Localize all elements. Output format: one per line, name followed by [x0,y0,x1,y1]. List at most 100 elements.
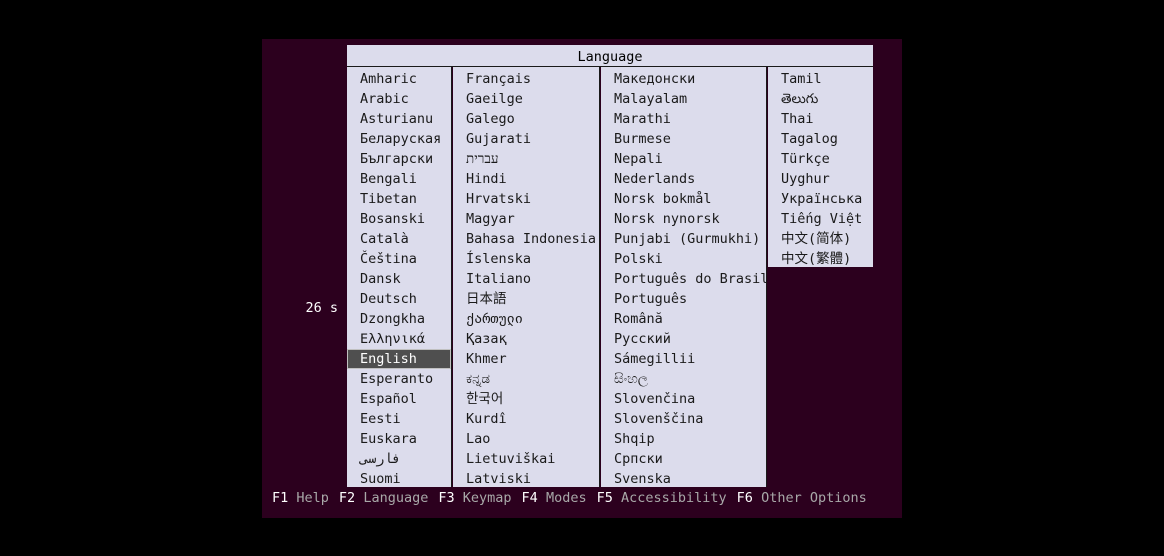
function-key-f2[interactable]: F2 Language [339,488,428,508]
language-option[interactable]: Српски [601,449,766,469]
language-option[interactable]: Español [347,389,451,409]
language-option[interactable]: Burmese [601,129,766,149]
language-option[interactable]: Eesti [347,409,451,429]
language-option[interactable]: עברית [453,149,599,169]
language-option[interactable]: Қазақ [453,329,599,349]
language-option[interactable]: Deutsch [347,289,451,309]
language-option[interactable]: Magyar [453,209,599,229]
language-option[interactable]: Lietuviškai [453,449,599,469]
language-option[interactable]: Esperanto [347,369,451,389]
boot-screen: Language Amharic Arabic Asturianu Беларуска… [262,39,902,518]
function-key-label: Help [296,490,329,506]
language-option[interactable]: Suomi [347,469,451,489]
language-option[interactable]: Українська [768,189,873,209]
language-option[interactable]: Tiếng Việt [768,209,873,229]
function-key-label: Keymap [462,490,512,506]
language-option[interactable]: Bengali [347,169,451,189]
language-option[interactable]: Tamil [768,69,873,89]
function-key-label: Other Options [761,490,867,506]
language-option[interactable]: Tagalog [768,129,873,149]
language-option[interactable]: Punjabi (Gurmukhi) [601,229,766,249]
function-key-f1[interactable]: F1 Help [272,488,329,508]
language-option-selected[interactable]: English [347,349,451,369]
language-option[interactable]: Khmer [453,349,599,369]
language-option[interactable]: 中文(繁體) [768,249,873,269]
language-option[interactable]: Tibetan [347,189,451,209]
language-option[interactable]: Dansk [347,269,451,289]
language-option[interactable]: Latviski [453,469,599,489]
language-option[interactable]: Nepali [601,149,766,169]
dialog-title: Language [347,45,873,67]
language-option[interactable]: Català [347,229,451,249]
language-option[interactable]: Dzongkha [347,309,451,329]
language-option[interactable]: Slovenščina [601,409,766,429]
language-option[interactable]: Svenska [601,469,766,489]
function-key-label: Accessibility [621,490,727,506]
language-option[interactable]: Amharic [347,69,451,89]
language-option[interactable]: Norsk nynorsk [601,209,766,229]
function-key-label: Modes [545,490,587,506]
language-option[interactable]: Română [601,309,766,329]
language-option[interactable]: Русский [601,329,766,349]
function-key-code: F4 [521,490,538,506]
language-option[interactable]: Íslenska [453,249,599,269]
function-key-f5[interactable]: F5 Accessibility [597,488,727,508]
language-option[interactable]: Slovenčina [601,389,766,409]
language-option[interactable]: ಕನ್ನಡ [453,369,599,389]
function-key-code: F3 [438,490,455,506]
language-option[interactable]: 中文(简体) [768,229,873,249]
function-key-f6[interactable]: F6 Other Options [737,488,867,508]
language-option[interactable]: Hindi [453,169,599,189]
language-option[interactable]: Marathi [601,109,766,129]
function-key-code: F2 [338,490,356,506]
language-option[interactable]: Bosanski [347,209,451,229]
language-column-4: Tamil తెలుగు Thai Tagalog Türkçe Uyghur Україн… [768,67,873,267]
language-option[interactable]: Uyghur [768,169,873,189]
language-column-3: Македонски Malayalam Marathi Burmese Nepali N… [601,67,767,487]
language-option[interactable]: Thai [768,109,873,129]
language-column-2: Français Gaeilge Galego Gujarati עברית Hindi H… [453,67,600,487]
language-option[interactable]: ქართული [453,309,599,329]
language-option[interactable]: Português [601,289,766,309]
language-option[interactable]: 한국어 [453,389,599,409]
function-key-f3[interactable]: F3 Keymap [438,488,511,508]
language-option[interactable]: Italiano [453,269,599,289]
language-option[interactable]: Asturianu [347,109,451,129]
language-option[interactable]: Македонски [601,69,766,89]
language-option[interactable]: සිංහල [601,369,766,389]
boot-countdown: 26 s [305,300,338,316]
language-option[interactable]: Hrvatski [453,189,599,209]
language-option[interactable]: Sámegillii [601,349,766,369]
language-option[interactable]: Kurdî [453,409,599,429]
language-option[interactable]: Gaeilge [453,89,599,109]
language-dialog: Language Amharic Arabic Asturianu Беларуска… [347,45,873,487]
language-option[interactable]: Português do Brasil [601,269,766,289]
function-key-label: Language [363,490,429,506]
language-option[interactable]: తెలుగు [768,89,873,109]
language-option[interactable]: 日本語 [453,289,599,309]
language-option[interactable]: Ελληνικά [347,329,451,349]
function-key-code: F1 [272,490,289,506]
language-option[interactable]: Français [453,69,599,89]
language-option[interactable]: Lao [453,429,599,449]
language-option[interactable]: Nederlands [601,169,766,189]
function-key-code: F5 [596,490,613,506]
language-option[interactable]: Bahasa Indonesia [453,229,599,249]
language-option[interactable]: Български [347,149,451,169]
language-column-1: Amharic Arabic Asturianu Беларуская Българск… [347,67,452,487]
language-option[interactable]: Arabic [347,89,451,109]
language-option[interactable]: Türkçe [768,149,873,169]
function-key-f4[interactable]: F4 Modes [522,488,587,508]
function-key-code: F6 [736,490,753,506]
language-option[interactable]: Euskara [347,429,451,449]
language-option[interactable]: Gujarati [453,129,599,149]
language-option[interactable]: Norsk bokmål [601,189,766,209]
language-option[interactable]: Čeština [347,249,451,269]
language-option[interactable]: Polski [601,249,766,269]
language-option[interactable]: Malayalam [601,89,766,109]
language-option[interactable]: فارسی [347,449,451,469]
language-option[interactable]: Galego [453,109,599,129]
language-option[interactable]: Беларуская [347,129,451,149]
function-key-bar: F1 Help F2 Language F3 Keymap F4 Modes F5 Ac… [272,488,877,508]
language-option[interactable]: Shqip [601,429,766,449]
